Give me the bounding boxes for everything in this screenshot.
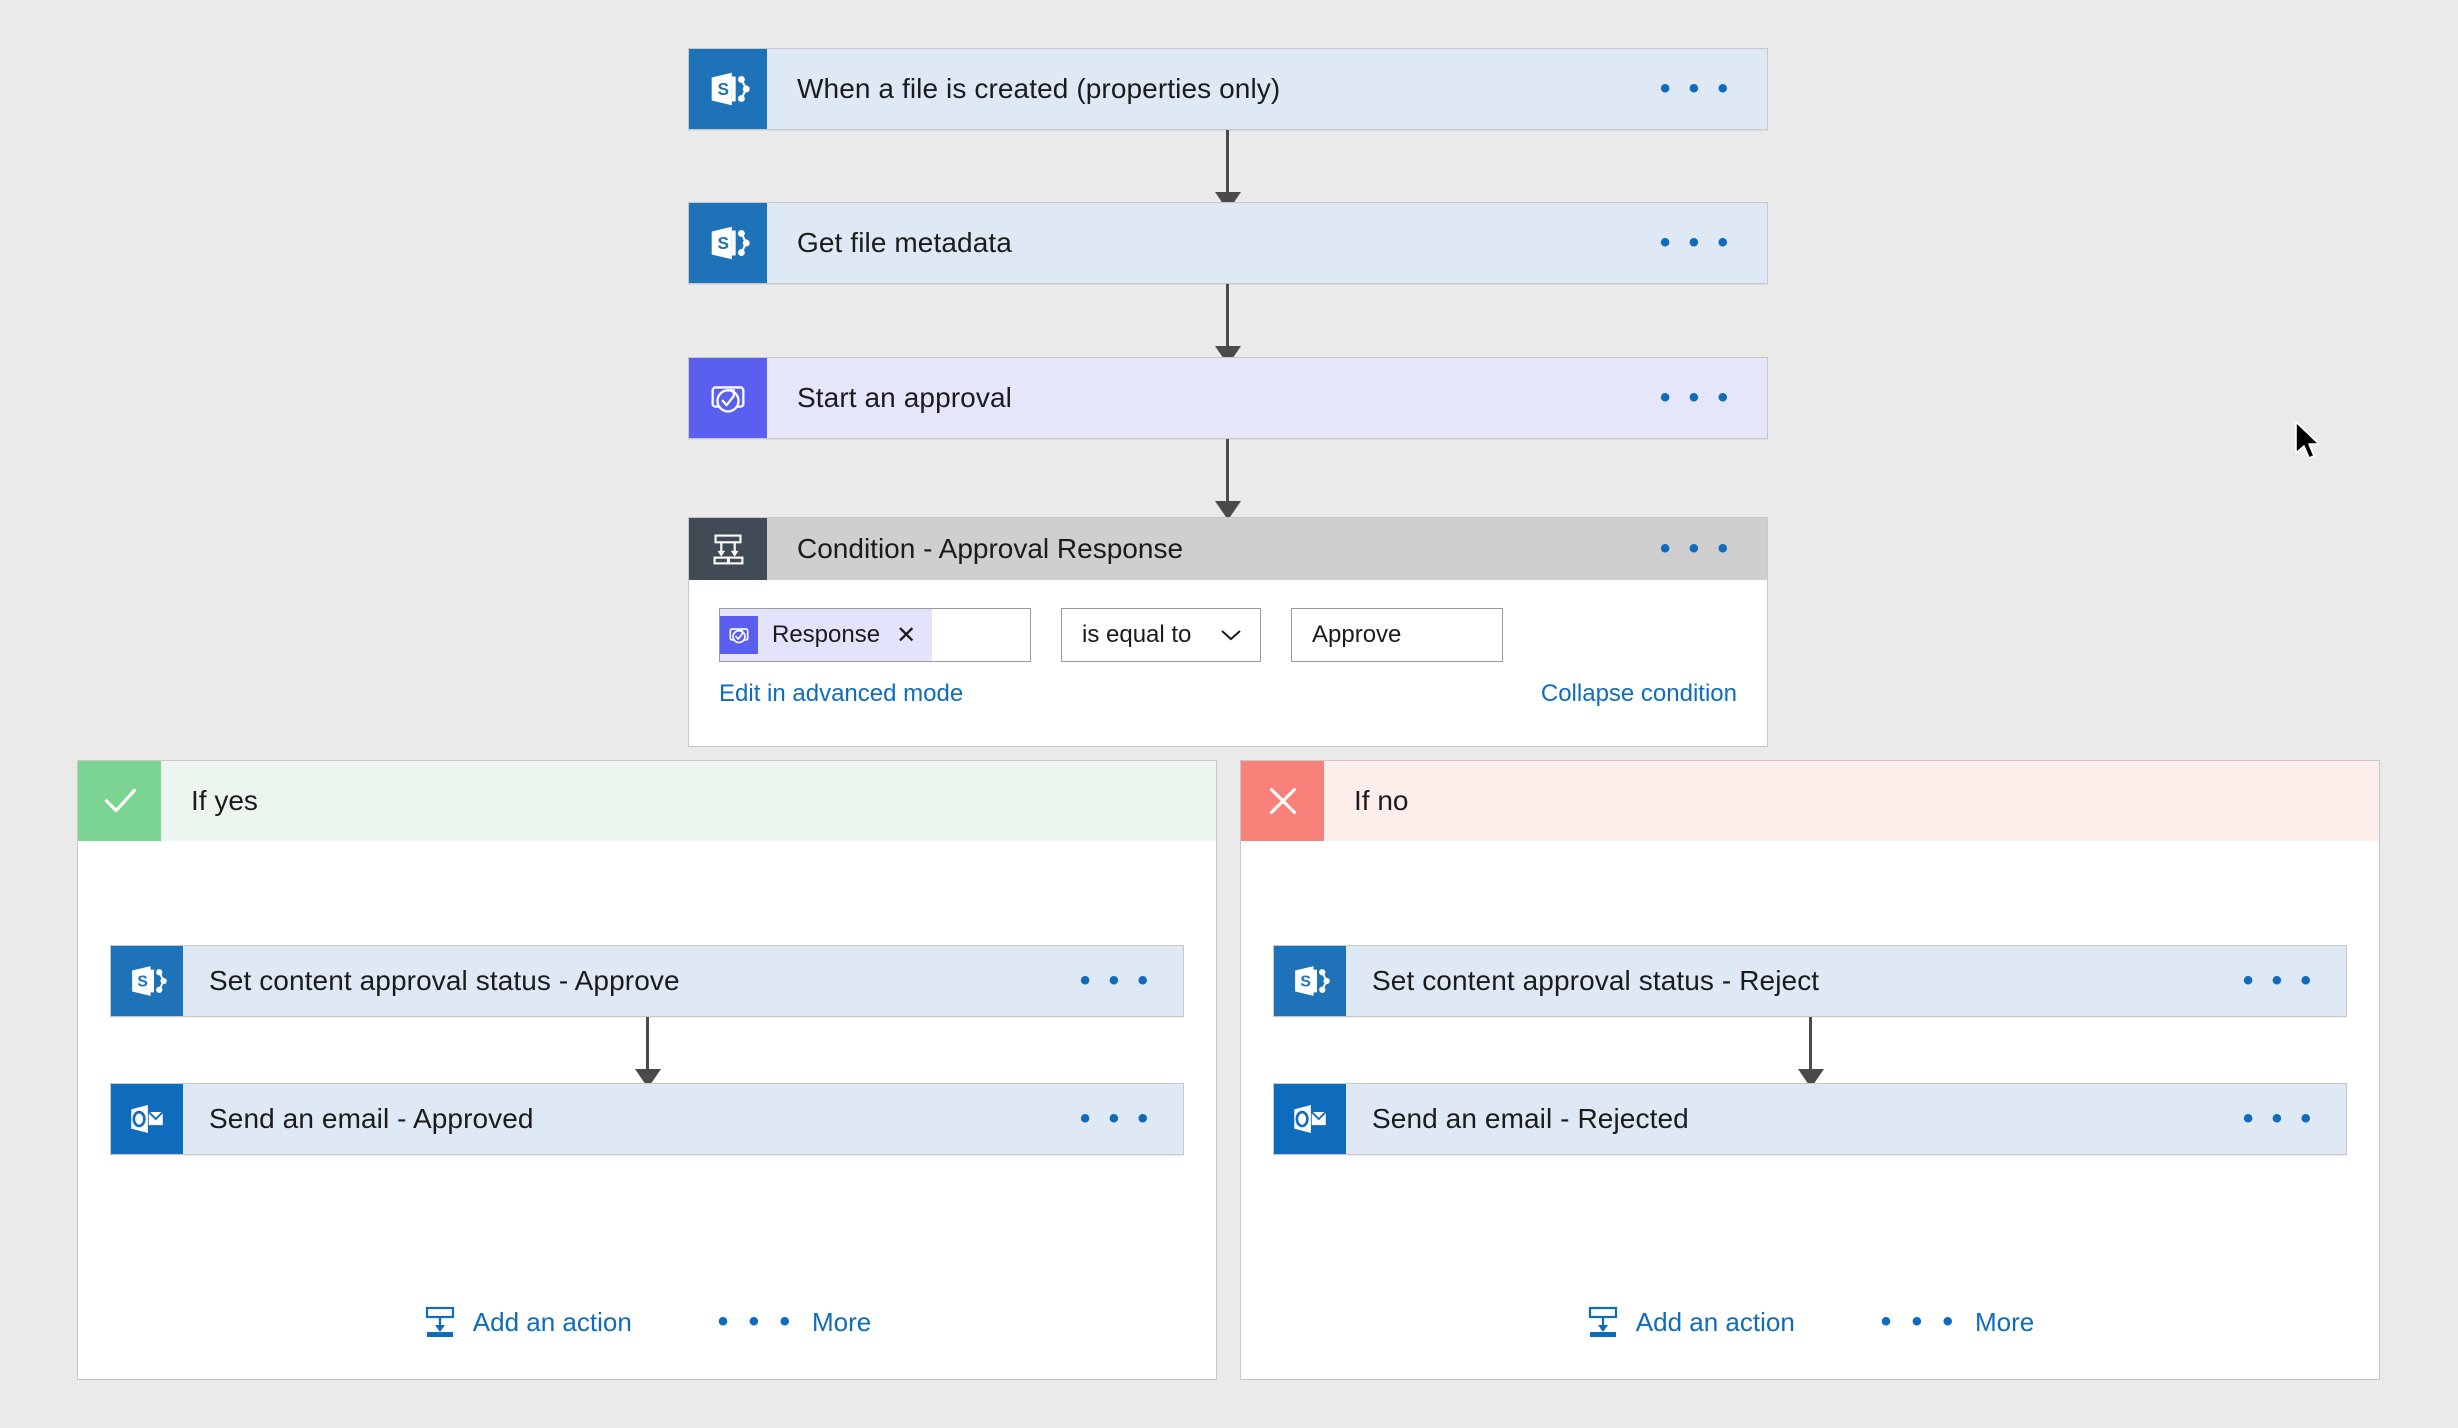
no-cross-icon [1241, 761, 1324, 841]
more-label: More [811, 1306, 872, 1337]
more-dots-icon: • • • [1880, 1305, 1959, 1338]
add-an-action-label: Add an action [1635, 1306, 1795, 1337]
branch-footer-if-yes: Add an action • • • More [78, 1305, 1216, 1339]
svg-text:S: S [717, 79, 729, 99]
condition-operator-value: is equal to [1082, 621, 1192, 648]
action-card-send-an-email-approved[interactable]: Send an email - Approved • • • [110, 1083, 1184, 1155]
more-button-no[interactable]: • • • More [1881, 1307, 2034, 1338]
connector-step1-to-step2 [1226, 284, 1229, 350]
sharepoint-icon: S [111, 946, 183, 1016]
approval-icon [689, 358, 767, 438]
sharepoint-icon: S [1274, 946, 1346, 1016]
branch-footer-if-no: Add an action • • • More [1241, 1305, 2379, 1339]
svg-text:S: S [717, 233, 729, 253]
connector-step2-to-condition [1226, 439, 1229, 505]
condition-block: Condition - Approval Response • • • Resp… [688, 517, 1768, 747]
condition-operand-field[interactable]: Response ✕ [719, 608, 1031, 662]
action-title: Set content approval status - Reject [1372, 965, 1820, 996]
response-token-label: Response [772, 621, 881, 648]
action-card-set-content-approval-status-approve[interactable]: S Set content approval status - Approve … [110, 945, 1184, 1017]
trigger-card-when-a-file-is-created[interactable]: S When a file is created (properties onl… [688, 48, 1768, 130]
action-card-start-an-approval[interactable]: Start an approval • • • [688, 357, 1768, 439]
condition-value-text: Approve [1312, 621, 1402, 648]
action-overflow-menu-icon[interactable]: • • • [2243, 946, 2346, 1016]
collapse-condition-link[interactable]: Collapse condition [1541, 680, 1737, 708]
more-button-yes[interactable]: • • • More [718, 1307, 871, 1338]
chevron-down-icon [1220, 628, 1242, 642]
outlook-icon [111, 1084, 183, 1154]
trigger-title: When a file is created (properties only) [797, 73, 1281, 104]
action-card-get-file-metadata[interactable]: S Get file metadata • • • [688, 202, 1768, 284]
branch-if-no: If no S Set content approval status - Re… [1240, 760, 2380, 1380]
mouse-cursor [2293, 420, 2327, 464]
action-title: Set content approval status - Approve [209, 965, 680, 996]
sharepoint-icon: S [689, 49, 767, 129]
branch-label-if-yes: If yes [161, 761, 1216, 841]
connector-yes-a1-to-a2 [646, 1017, 649, 1073]
connector-no-a1-to-a2 [1809, 1017, 1812, 1073]
add-an-action-button-yes[interactable]: Add an action [423, 1305, 632, 1339]
approval-token-icon [720, 616, 758, 654]
branch-header-if-yes[interactable]: If yes [78, 761, 1216, 841]
svg-text:S: S [137, 973, 148, 990]
condition-overflow-menu-icon[interactable]: • • • [1660, 518, 1767, 580]
add-action-icon [1586, 1305, 1620, 1339]
branch-header-if-no[interactable]: If no [1241, 761, 2379, 841]
action-overflow-menu-icon[interactable]: • • • [1080, 1084, 1183, 1154]
action-card-send-an-email-rejected[interactable]: Send an email - Rejected • • • [1273, 1083, 2347, 1155]
condition-icon [689, 518, 767, 580]
condition-operator-dropdown[interactable]: is equal to [1061, 608, 1261, 662]
trigger-overflow-menu-icon[interactable]: • • • [1660, 49, 1767, 129]
outlook-icon [1274, 1084, 1346, 1154]
action-card-set-content-approval-status-reject[interactable]: S Set content approval status - Reject •… [1273, 945, 2347, 1017]
sharepoint-icon: S [689, 203, 767, 283]
add-action-icon [423, 1305, 457, 1339]
yes-check-icon [78, 761, 161, 841]
condition-title: Condition - Approval Response [797, 533, 1184, 564]
action-title: Send an email - Rejected [1372, 1103, 1689, 1134]
connector-trigger-to-step1 [1226, 130, 1229, 196]
more-dots-icon: • • • [717, 1305, 796, 1338]
condition-links-row: Edit in advanced mode Collapse condition [719, 680, 1737, 708]
edit-in-advanced-mode-link[interactable]: Edit in advanced mode [719, 680, 963, 708]
action-overflow-menu-icon[interactable]: • • • [1080, 946, 1183, 1016]
more-label: More [1974, 1306, 2035, 1337]
condition-header[interactable]: Condition - Approval Response • • • [689, 518, 1767, 580]
condition-expression-row: Response ✕ is equal to Approve [719, 608, 1767, 662]
action-title: Start an approval [797, 382, 1012, 413]
condition-value-input[interactable]: Approve [1291, 608, 1503, 662]
flow-designer-canvas: S When a file is created (properties onl… [0, 0, 2458, 1428]
action-overflow-menu-icon[interactable]: • • • [2243, 1084, 2346, 1154]
action-title: Send an email - Approved [209, 1103, 534, 1134]
action-overflow-menu-icon[interactable]: • • • [1660, 358, 1767, 438]
add-an-action-button-no[interactable]: Add an action [1586, 1305, 1795, 1339]
svg-text:S: S [1300, 973, 1311, 990]
response-token-chip[interactable]: Response ✕ [720, 609, 933, 661]
condition-body: Response ✕ is equal to Approve Edit in a… [689, 580, 1767, 746]
remove-token-icon[interactable]: ✕ [896, 621, 916, 650]
action-title: Get file metadata [797, 227, 1012, 258]
action-overflow-menu-icon[interactable]: • • • [1660, 203, 1767, 283]
branch-label-if-no: If no [1324, 761, 2379, 841]
branch-if-yes: If yes S Set content approval status - A… [77, 760, 1217, 1380]
add-an-action-label: Add an action [472, 1306, 632, 1337]
